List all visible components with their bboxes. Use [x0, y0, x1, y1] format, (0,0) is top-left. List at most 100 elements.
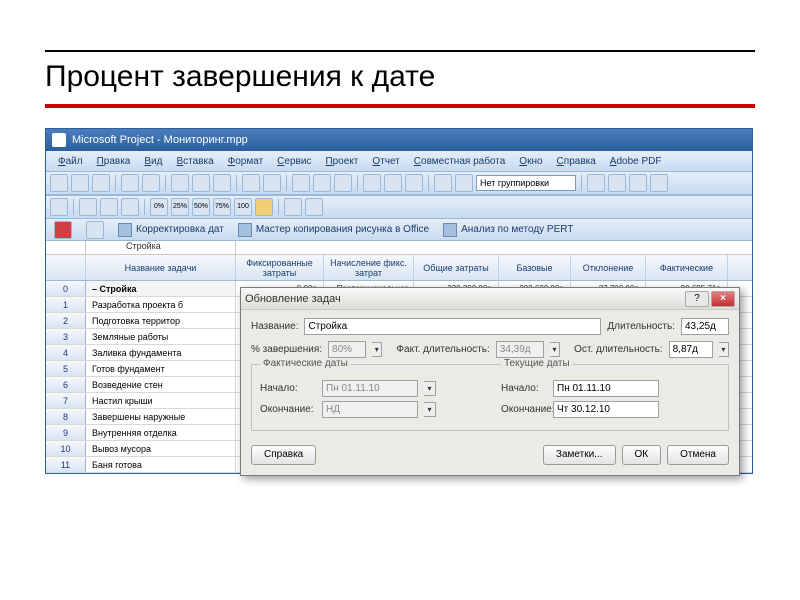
help-icon[interactable] — [650, 174, 668, 192]
spinner-icon[interactable]: ▾ — [719, 342, 729, 357]
print-icon[interactable] — [121, 174, 139, 192]
dropdown-icon[interactable]: ▾ — [424, 402, 436, 417]
menu-вставка[interactable]: Вставка — [170, 154, 219, 169]
baseline-icon[interactable] — [305, 198, 323, 216]
new-icon[interactable] — [50, 174, 68, 192]
task-name-cell[interactable]: Готов фундамент — [86, 361, 236, 376]
menu-совместная работа[interactable]: Совместная работа — [408, 154, 512, 169]
menu-отчет[interactable]: Отчет — [366, 154, 405, 169]
column-header[interactable]: Начисление фикс. затрат — [324, 255, 414, 280]
task-name-cell[interactable]: Завершены наружные — [86, 409, 236, 424]
group-icon[interactable] — [455, 174, 473, 192]
row-number[interactable]: 4 — [46, 345, 86, 360]
notes-button[interactable]: Заметки... — [543, 445, 616, 465]
row-number[interactable]: 10 — [46, 441, 86, 456]
column-header[interactable]: Фиксированные затраты — [236, 255, 324, 280]
open-icon[interactable] — [71, 174, 89, 192]
column-header[interactable]: Отклонение — [571, 255, 646, 280]
row-number[interactable]: 7 — [46, 393, 86, 408]
name-field[interactable] — [304, 318, 601, 335]
remdur-field[interactable] — [669, 341, 713, 358]
current-finish-field[interactable] — [553, 401, 659, 418]
close-icon[interactable]: × — [711, 291, 735, 307]
ok-button[interactable]: ОК — [622, 445, 662, 465]
menu-adobe pdf[interactable]: Adobe PDF — [604, 154, 668, 169]
unlink-icon[interactable] — [313, 174, 331, 192]
menu-справка[interactable]: Справка — [551, 154, 602, 169]
row-number[interactable]: 2 — [46, 313, 86, 328]
menu-правка[interactable]: Правка — [91, 154, 137, 169]
row-number[interactable]: 11 — [46, 457, 86, 472]
column-header[interactable]: Базовые — [499, 255, 571, 280]
pdf-icon[interactable] — [54, 221, 72, 239]
row-number[interactable]: 0 — [46, 281, 86, 296]
window-titlebar[interactable]: Microsoft Project - Мониторинг.mpp — [46, 129, 752, 151]
task-name-cell[interactable]: Земляные работы — [86, 329, 236, 344]
save-icon[interactable] — [92, 174, 110, 192]
update-icon[interactable] — [255, 198, 273, 216]
current-start-field[interactable] — [553, 380, 659, 397]
pert-button[interactable]: Анализ по методу PERT — [443, 223, 573, 237]
undo-icon[interactable] — [242, 174, 260, 192]
row-number[interactable]: 6 — [46, 377, 86, 392]
info-icon[interactable] — [363, 174, 381, 192]
pct0-icon[interactable]: 0% — [150, 198, 168, 216]
notes-icon[interactable] — [384, 174, 402, 192]
pct75-icon[interactable]: 75% — [213, 198, 231, 216]
task-name-cell[interactable]: Вывоз мусора — [86, 441, 236, 456]
grouping-select[interactable]: Нет группировки — [476, 175, 576, 191]
track-icon[interactable] — [50, 198, 68, 216]
actdur-field[interactable] — [496, 341, 544, 358]
menu-сервис[interactable]: Сервис — [271, 154, 317, 169]
duration-field[interactable] — [681, 318, 729, 335]
link-icon[interactable] — [292, 174, 310, 192]
spinner-icon[interactable]: ▾ — [372, 342, 382, 357]
column-header[interactable] — [46, 255, 86, 280]
column-header[interactable]: Фактические — [646, 255, 728, 280]
dropdown-icon[interactable]: ▾ — [424, 381, 436, 396]
menu-файл[interactable]: Файл — [52, 154, 89, 169]
menu-формат[interactable]: Формат — [222, 154, 270, 169]
help-icon[interactable]: ? — [685, 291, 709, 307]
copy-wizard-button[interactable]: Мастер копирования рисунка в Office — [238, 223, 429, 237]
assign-icon[interactable] — [405, 174, 423, 192]
task-name-cell[interactable]: – Стройка — [86, 281, 236, 296]
task-name-cell[interactable]: Возведение стен — [86, 377, 236, 392]
split-icon[interactable] — [334, 174, 352, 192]
row-number[interactable]: 3 — [46, 329, 86, 344]
spinner-icon[interactable]: ▾ — [550, 342, 560, 357]
pct50-icon[interactable]: 50% — [192, 198, 210, 216]
cancel-button[interactable]: Отмена — [667, 445, 729, 465]
actual-start-field[interactable] — [322, 380, 418, 397]
pct25-icon[interactable]: 25% — [171, 198, 189, 216]
column-header[interactable]: Название задачи — [86, 255, 236, 280]
pct-field[interactable] — [328, 341, 366, 358]
task-name-cell[interactable]: Внутренняя отделка — [86, 425, 236, 440]
task-name-cell[interactable]: Баня готова — [86, 457, 236, 472]
task-name-cell[interactable]: Заливка фундамента — [86, 345, 236, 360]
pdf2-icon[interactable] — [86, 221, 104, 239]
column-header[interactable]: Общие затраты — [414, 255, 499, 280]
paste-icon[interactable] — [213, 174, 231, 192]
menu-bar[interactable]: ФайлПравкаВидВставкаФорматСервисПроектОт… — [46, 151, 752, 171]
row-number[interactable]: 1 — [46, 297, 86, 312]
row-number[interactable]: 5 — [46, 361, 86, 376]
outdent-icon[interactable] — [100, 198, 118, 216]
goto-icon[interactable] — [629, 174, 647, 192]
actual-finish-field[interactable] — [322, 401, 418, 418]
menu-окно[interactable]: Окно — [513, 154, 548, 169]
task-name-cell[interactable]: Разработка проекта б — [86, 297, 236, 312]
pct100-icon[interactable]: 100 — [234, 198, 252, 216]
help-button[interactable]: Справка — [251, 445, 316, 465]
preview-icon[interactable] — [142, 174, 160, 192]
reschedule-icon[interactable] — [284, 198, 302, 216]
menu-вид[interactable]: Вид — [138, 154, 168, 169]
menu-проект[interactable]: Проект — [319, 154, 364, 169]
task-name-cell[interactable]: Подготовка территор — [86, 313, 236, 328]
show-icon[interactable] — [121, 198, 139, 216]
copy-icon[interactable] — [192, 174, 210, 192]
row-number[interactable]: 8 — [46, 409, 86, 424]
redo-icon[interactable] — [263, 174, 281, 192]
indent-icon[interactable] — [79, 198, 97, 216]
row-number[interactable]: 9 — [46, 425, 86, 440]
